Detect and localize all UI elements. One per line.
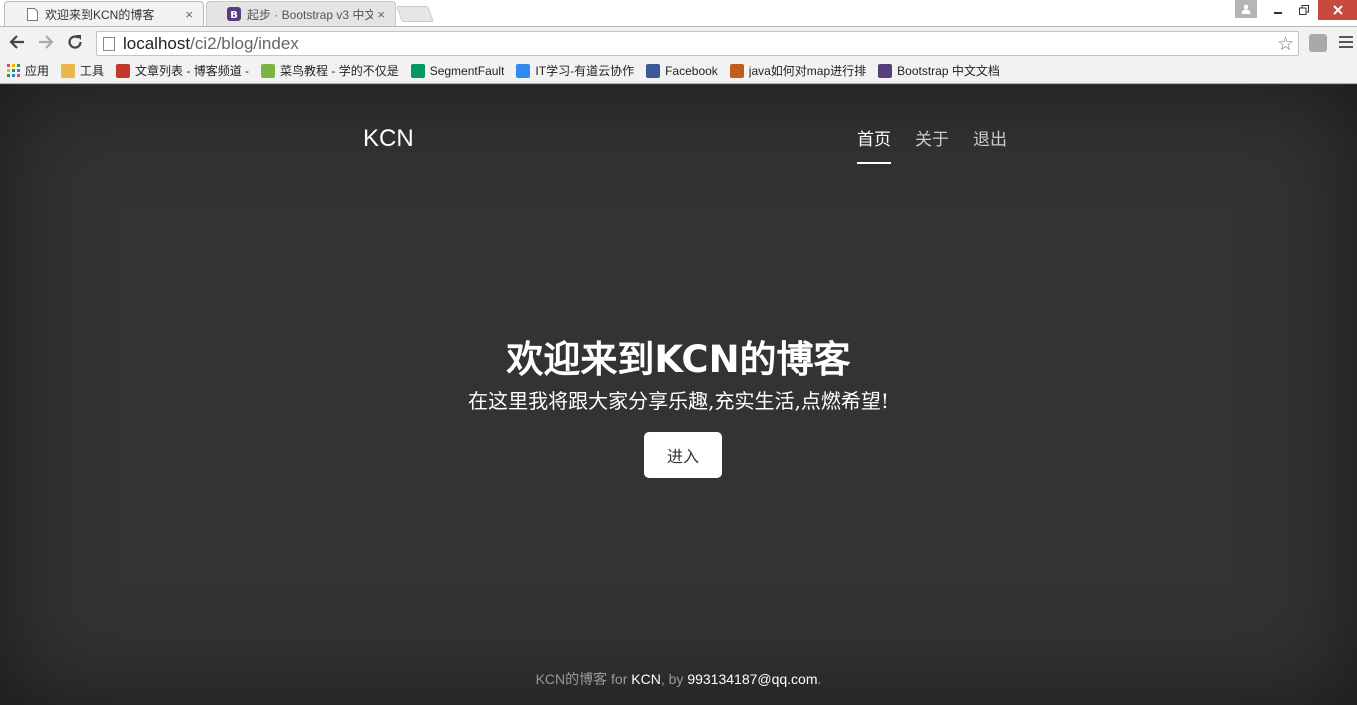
footer-suffix: . — [817, 671, 822, 687]
runoob-icon — [261, 63, 276, 78]
folder-icon — [61, 63, 76, 78]
bookmark-item[interactable]: 菜鸟教程 - 学的不仅是 — [261, 62, 399, 79]
back-icon[interactable] — [6, 31, 28, 53]
bookmark-label: 菜鸟教程 - 学的不仅是 — [280, 64, 399, 78]
footer-author-link[interactable]: KCN — [631, 671, 661, 687]
user-icon[interactable] — [1235, 0, 1257, 18]
bootstrap-icon — [878, 63, 893, 78]
site-nav: 首页 关于 退出 — [857, 125, 1031, 164]
page-content: KCN 首页 关于 退出 欢迎来到KCN的博客 在这里我将跟大家分享乐趣,充实生… — [0, 85, 1357, 705]
address-bar[interactable]: localhost/ci2/blog/index ☆ — [96, 31, 1299, 56]
footer: KCN的博客 for KCN, by 993134187@qq.com. — [0, 669, 1357, 689]
bookmark-item[interactable]: 工具 — [61, 62, 104, 79]
window-close-icon[interactable] — [1318, 0, 1357, 20]
new-tab-button[interactable] — [396, 6, 434, 22]
bookmark-label: 工具 — [80, 64, 105, 78]
svg-text:B: B — [230, 10, 238, 21]
bookmark-label: IT学习-有道云协作 — [535, 64, 635, 78]
footer-prefix: KCN的博客 for — [535, 671, 632, 687]
nav-logout[interactable]: 退出 — [973, 125, 1007, 164]
bookmark-star-icon[interactable]: ☆ — [1277, 33, 1294, 56]
segmentfault-icon — [410, 63, 425, 78]
tab-bootstrap[interactable]: B 起步 · Bootstrap v3 中文 × — [206, 1, 396, 26]
tab-title: 起步 · Bootstrap v3 中文 — [247, 7, 374, 22]
apps-grid-icon — [6, 64, 20, 78]
footer-email-link[interactable]: 993134187@qq.com — [687, 671, 817, 687]
tab-blog[interactable]: 欢迎来到KCN的博客 × — [4, 1, 204, 26]
nav-about[interactable]: 关于 — [915, 125, 949, 164]
nav-home[interactable]: 首页 — [857, 125, 891, 164]
bing-icon — [729, 63, 744, 78]
tab-title: 欢迎来到KCN的博客 — [45, 7, 155, 22]
bookmark-item[interactable]: SegmentFault — [410, 63, 505, 78]
bookmark-label: 文章列表 - 博客频道 - — [135, 64, 250, 78]
hero-lead: 在这里我将跟大家分享乐趣,充实生活,点燃希望! — [468, 389, 889, 413]
bookmark-label: 应用 — [25, 64, 50, 78]
bookmark-label: Facebook — [665, 63, 718, 78]
close-icon[interactable]: × — [185, 7, 193, 22]
csdn-icon — [116, 63, 131, 78]
menu-icon[interactable] — [1339, 36, 1353, 51]
bookmark-label: Bootstrap 中文文档 — [897, 64, 1000, 78]
minimize-icon[interactable] — [1266, 0, 1290, 20]
bookmark-item[interactable]: 文章列表 - 博客频道 - — [116, 62, 249, 79]
footer-middle: , by — [660, 671, 688, 687]
bootstrap-icon: B — [227, 6, 241, 22]
reload-icon[interactable] — [64, 31, 86, 53]
enter-button[interactable]: 进入 — [644, 432, 722, 478]
restore-icon[interactable] — [1292, 0, 1316, 20]
bookmarks-bar: 应用 工具 文章列表 - 博客频道 - 菜鸟教程 - 学的不仅是 SegmentFaul… — [0, 58, 1357, 84]
facebook-icon — [646, 63, 661, 78]
bookmark-label: java如何对map进行排 — [748, 64, 867, 78]
close-icon[interactable]: × — [377, 7, 385, 22]
bookmark-label: SegmentFault — [429, 63, 505, 78]
hero-title: 欢迎来到KCN的博客 — [506, 338, 851, 381]
url-text: localhost/ci2/blog/index — [123, 33, 299, 53]
forward-icon[interactable] — [35, 31, 57, 53]
tab-strip: 欢迎来到KCN的博客 × B 起步 · Bootstrap v3 中文 × — [0, 0, 1357, 26]
page-icon — [25, 6, 39, 22]
site-brand[interactable]: KCN — [363, 125, 414, 153]
bookmark-item[interactable]: 应用 — [6, 62, 49, 79]
bookmark-item[interactable]: Facebook — [646, 63, 718, 78]
extension-icon[interactable] — [1309, 34, 1327, 52]
bookmark-item[interactable]: Bootstrap 中文文档 — [878, 62, 1000, 79]
browser-toolbar: localhost/ci2/blog/index ☆ — [0, 26, 1357, 58]
bookmark-item[interactable]: IT学习-有道云协作 — [516, 62, 634, 79]
bookmark-item[interactable]: java如何对map进行排 — [729, 62, 867, 79]
page-icon — [103, 36, 115, 51]
youdao-icon — [516, 63, 531, 78]
